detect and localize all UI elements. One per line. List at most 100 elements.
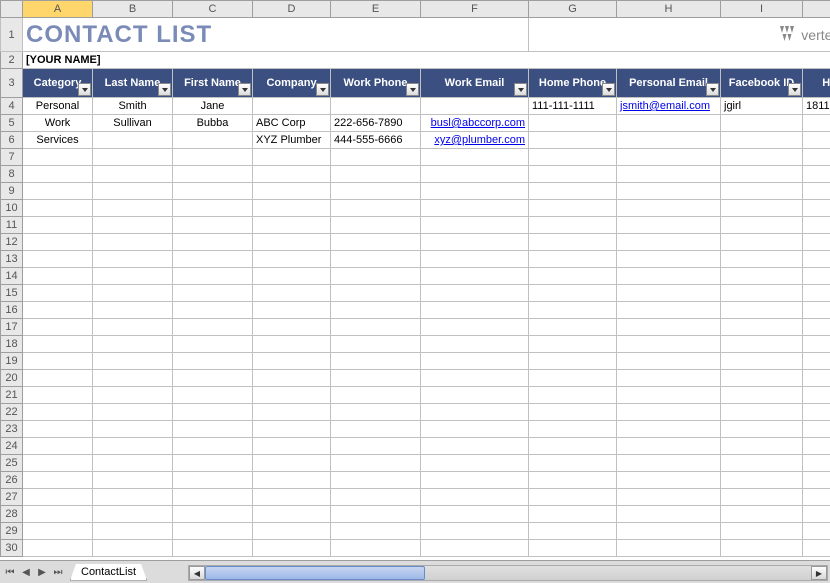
cell[interactable] [23,302,93,319]
cell[interactable] [421,472,529,489]
header-category[interactable]: Category [23,69,93,98]
cell[interactable] [529,370,617,387]
subtitle[interactable]: [YOUR NAME] [23,52,830,69]
cell[interactable] [173,149,253,166]
cell[interactable] [803,132,830,149]
cell[interactable] [253,387,331,404]
cell[interactable]: XYZ Plumber [253,132,331,149]
cell[interactable] [331,404,421,421]
header-company[interactable]: Company [253,69,331,98]
cell[interactable] [331,149,421,166]
cell[interactable] [421,234,529,251]
cell[interactable] [173,353,253,370]
tab-prev-button[interactable]: ◀ [18,564,34,580]
cell[interactable] [617,438,721,455]
cell[interactable] [173,200,253,217]
cell[interactable] [93,268,173,285]
cell[interactable] [617,251,721,268]
cell[interactable] [803,217,830,234]
cell[interactable] [421,455,529,472]
cell[interactable] [331,319,421,336]
row-header-11[interactable]: 11 [1,217,23,234]
cell[interactable] [253,540,331,557]
cell[interactable] [617,523,721,540]
row-header-28[interactable]: 28 [1,506,23,523]
cell[interactable] [617,132,721,149]
cell[interactable] [721,268,803,285]
cell[interactable] [617,200,721,217]
cell[interactable] [23,251,93,268]
cell[interactable] [93,200,173,217]
tab-next-button[interactable]: ▶ [34,564,50,580]
cell[interactable] [721,455,803,472]
cell[interactable] [23,200,93,217]
cell[interactable] [93,302,173,319]
cell[interactable] [173,438,253,455]
cell[interactable] [173,302,253,319]
col-header-d[interactable]: D [253,1,331,18]
cell[interactable] [421,540,529,557]
cell[interactable] [93,234,173,251]
tab-last-button[interactable]: ⏭ [50,564,66,580]
cell[interactable] [253,166,331,183]
cell[interactable]: 111-111-1111 [529,98,617,115]
cell[interactable] [253,404,331,421]
cell[interactable] [93,540,173,557]
row-header-30[interactable]: 30 [1,540,23,557]
cell[interactable] [173,132,253,149]
row-header-19[interactable]: 19 [1,353,23,370]
cell[interactable] [529,387,617,404]
cell[interactable] [803,285,830,302]
cell[interactable] [529,268,617,285]
cell[interactable] [803,438,830,455]
cell[interactable] [529,115,617,132]
cell[interactable] [721,438,803,455]
cell[interactable] [721,472,803,489]
cell[interactable] [421,183,529,200]
cell[interactable] [421,370,529,387]
cell[interactable] [529,319,617,336]
cell[interactable] [617,421,721,438]
cell[interactable]: Personal [23,98,93,115]
row-header-27[interactable]: 27 [1,489,23,506]
col-header-f[interactable]: F [421,1,529,18]
cell[interactable] [93,387,173,404]
scroll-right-button[interactable]: ▶ [811,566,827,580]
cell[interactable] [331,353,421,370]
cell[interactable] [253,523,331,540]
filter-dropdown-icon[interactable] [706,83,719,96]
cell[interactable] [803,455,830,472]
cell[interactable] [421,489,529,506]
filter-dropdown-icon[interactable] [406,83,419,96]
cell[interactable] [803,183,830,200]
row-header-4[interactable]: 4 [1,98,23,115]
cell[interactable] [803,251,830,268]
cell[interactable] [421,251,529,268]
row-header-13[interactable]: 13 [1,251,23,268]
filter-dropdown-icon[interactable] [78,83,91,96]
cell[interactable] [253,489,331,506]
cell[interactable] [253,472,331,489]
cell[interactable] [803,421,830,438]
row-header-25[interactable]: 25 [1,455,23,472]
cell[interactable] [721,200,803,217]
cell[interactable] [93,217,173,234]
cell[interactable] [803,234,830,251]
scroll-left-button[interactable]: ◀ [189,566,205,580]
cell[interactable] [173,319,253,336]
cell[interactable] [617,149,721,166]
cell[interactable] [803,319,830,336]
tab-first-button[interactable]: ⏮ [2,564,18,580]
col-header-b[interactable]: B [93,1,173,18]
cell[interactable] [421,336,529,353]
cell[interactable]: Bubba [173,115,253,132]
header-personal-email[interactable]: Personal Email [617,69,721,98]
cell[interactable]: xyz@plumber.com [421,132,529,149]
cell[interactable]: Work [23,115,93,132]
cell[interactable] [331,302,421,319]
cell[interactable] [173,523,253,540]
cell[interactable] [721,506,803,523]
cell[interactable] [93,404,173,421]
row-header-5[interactable]: 5 [1,115,23,132]
cell[interactable] [331,489,421,506]
